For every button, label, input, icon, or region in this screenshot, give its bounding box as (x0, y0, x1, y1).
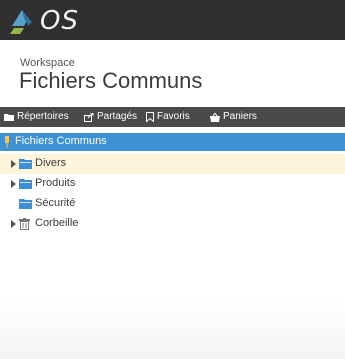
tree-node-corbeille[interactable]: Corbeille (0, 214, 345, 234)
basket-icon (210, 112, 220, 122)
folder-icon (4, 114, 14, 121)
tab-bar: Répertoires Partagés Favoris Paniers (0, 107, 345, 127)
folder-icon (19, 199, 32, 209)
page-title: Fichiers Communs (19, 68, 203, 93)
pin-icon (5, 136, 9, 148)
app-logo[interactable]: OS (10, 4, 120, 36)
tab-label: Paniers (223, 111, 257, 122)
tree-node-produits[interactable]: Produits (0, 174, 345, 194)
expand-arrow-icon[interactable] (11, 160, 16, 168)
folder-icon (19, 159, 32, 169)
top-bar: OS (0, 0, 345, 40)
folder-icon (19, 179, 32, 189)
tree-node-label: Corbeille (35, 217, 79, 229)
tab-paniers[interactable]: Paniers (210, 107, 257, 127)
expand-arrow-icon[interactable] (11, 220, 16, 228)
tab-label: Répertoires (17, 111, 69, 122)
tree-root-row[interactable]: Fichiers Communs (0, 133, 345, 151)
panel-background (0, 300, 345, 359)
tab-label: Partagés (97, 111, 138, 122)
logo-mark-icon (10, 10, 32, 34)
tab-label: Favoris (157, 111, 190, 122)
tab-repertoires[interactable]: Répertoires (4, 107, 69, 127)
tree-node-divers[interactable]: Divers (0, 154, 345, 174)
tree-node-securite[interactable]: Sécurité (0, 194, 345, 214)
logo-text: OS (40, 6, 79, 36)
tree-node-label: Sécurité (35, 197, 76, 209)
tab-partages[interactable]: Partagés (84, 107, 137, 127)
tree-root-label: Fichiers Communs (15, 135, 107, 147)
trash-icon (19, 218, 30, 230)
expand-arrow-icon[interactable] (11, 180, 16, 188)
tab-favoris[interactable]: Favoris (146, 107, 190, 127)
tree-node-label: Produits (35, 177, 76, 189)
bookmark-icon (146, 112, 154, 122)
tree-node-label: Divers (35, 157, 67, 169)
share-icon (84, 112, 94, 122)
